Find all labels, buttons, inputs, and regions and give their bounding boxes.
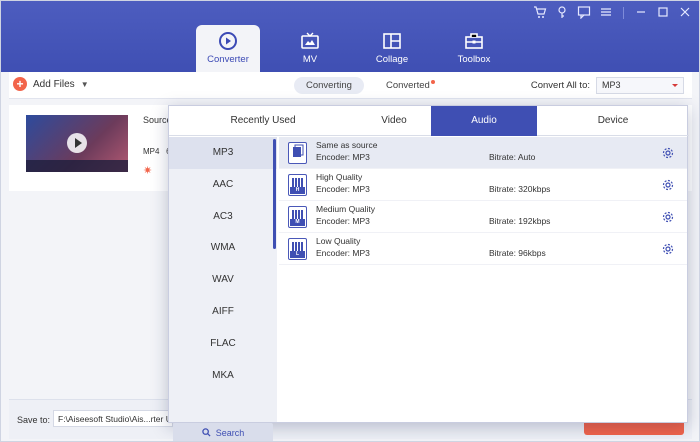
new-badge-dot: [430, 80, 435, 84]
maximize-icon[interactable]: [655, 5, 671, 21]
tab-device[interactable]: Device: [537, 106, 689, 136]
preset-high-quality[interactable]: H High Quality Encoder: MP3 Bitrate: 320…: [279, 169, 687, 201]
tab-recently-used[interactable]: Recently Used: [169, 106, 357, 136]
converter-icon: [218, 31, 238, 51]
chevron-down-icon[interactable]: ▼: [81, 80, 89, 89]
collage-icon: [382, 31, 402, 51]
converted-label: Converted: [385, 80, 430, 91]
tab-converter[interactable]: Converter: [196, 25, 260, 72]
grid-icon: [292, 178, 303, 187]
tv-icon: [300, 31, 320, 51]
format-item-wma[interactable]: WMA: [169, 232, 277, 264]
preset-encoder: Encoder: MP3: [316, 216, 370, 226]
controls-divider: [623, 7, 624, 19]
file-format: MP4 6: [143, 147, 171, 156]
main-nav: Converter MV Collage Toolbox: [196, 25, 524, 72]
search-icon: [201, 428, 214, 438]
tab-audio[interactable]: Audio: [431, 106, 537, 136]
converted-tab[interactable]: Converted: [374, 77, 447, 94]
video-thumbnail[interactable]: [26, 115, 128, 172]
format-popup: Recently Used Video Audio Device MP3 AAC…: [168, 105, 689, 441]
plus-icon: +: [13, 77, 27, 91]
preset-encoder: Encoder: MP3: [316, 152, 370, 162]
format-item-flac[interactable]: FLAC: [169, 328, 277, 360]
toolbox-icon: [464, 31, 484, 51]
preset-quality-icon: L: [288, 238, 307, 260]
preset-name: High Quality: [316, 172, 363, 182]
minimize-icon[interactable]: [633, 5, 649, 21]
header-bar: Converter MV Collage Toolbox: [1, 1, 699, 72]
menu-icon[interactable]: [598, 5, 614, 21]
format-item-aac[interactable]: AAC: [169, 169, 277, 201]
thumbnail-caption: [26, 160, 128, 172]
edit-effects-icon[interactable]: ✷: [143, 164, 152, 177]
format-item-aiff[interactable]: AIFF: [169, 296, 277, 328]
converting-tab[interactable]: Converting: [294, 77, 364, 94]
preset-name: Medium Quality: [316, 204, 376, 214]
format-item-mka[interactable]: MKA: [169, 360, 277, 392]
preset-name: Same as source: [316, 140, 378, 150]
add-files-label: Add Files: [33, 78, 75, 90]
file-format-value: MP4: [143, 147, 160, 156]
preset-encoder: Encoder: MP3: [316, 248, 370, 258]
convert-all-label: Convert All to:: [530, 80, 590, 91]
save-to-label: Save to:: [17, 415, 51, 425]
preset-medium-quality[interactable]: M Medium Quality Encoder: MP3 Bitrate: 1…: [279, 201, 687, 233]
preset-bitrate: Bitrate: Auto: [489, 152, 536, 162]
tab-video[interactable]: Video: [357, 106, 431, 136]
gear-icon[interactable]: [662, 243, 674, 255]
preset-encoder: Encoder: MP3: [316, 184, 370, 194]
converter-toolbar: + Add Files ▼ Converting Converted Conve…: [9, 72, 692, 99]
format-list-scrollbar[interactable]: [273, 139, 276, 249]
format-item-wav[interactable]: WAV: [169, 264, 277, 296]
grid-icon: [292, 210, 303, 219]
tab-toolbox[interactable]: Toolbox: [442, 25, 506, 72]
gear-icon[interactable]: [662, 179, 674, 191]
format-list: MP3 AAC AC3 WMA WAV AIFF FLAC MKA Search: [169, 137, 277, 441]
gear-icon[interactable]: [662, 147, 674, 159]
format-tabs: Recently Used Video Audio Device: [169, 106, 689, 136]
search-button[interactable]: Search: [173, 423, 273, 441]
preset-low-quality[interactable]: L Low Quality Encoder: MP3 Bitrate: 96kb…: [279, 233, 687, 265]
preset-bitrate: Bitrate: 192kbps: [489, 216, 551, 226]
preset-quality-icon: H: [288, 174, 307, 196]
play-icon[interactable]: [67, 133, 87, 153]
tab-collage[interactable]: Collage: [360, 25, 424, 72]
status-segment: Converting Converted: [294, 77, 447, 94]
preset-source-icon: [288, 142, 307, 164]
tab-label: Converter: [207, 54, 249, 65]
quality-tag: L: [290, 251, 305, 258]
feedback-icon[interactable]: [576, 5, 592, 21]
quality-tag: H: [290, 187, 305, 194]
add-files-button[interactable]: + Add Files ▼: [13, 77, 89, 91]
tab-label: MV: [302, 54, 318, 65]
preset-name: Low Quality: [316, 236, 361, 246]
convert-all-group: Convert All to: MP3: [531, 77, 684, 94]
window-controls: [532, 5, 693, 21]
format-item-ac3[interactable]: AC3: [169, 201, 277, 233]
quality-tag: M: [290, 219, 305, 226]
save-path-field[interactable]: F:\Aiseesoft Studio\Ais...rter U: [53, 410, 173, 427]
format-item-mp3[interactable]: MP3: [169, 137, 277, 169]
tab-label: Toolbox: [457, 54, 491, 65]
key-icon[interactable]: [554, 5, 570, 21]
convert-all-select[interactable]: MP3: [596, 77, 684, 94]
grid-icon: [292, 242, 303, 251]
gear-icon[interactable]: [662, 211, 674, 223]
app-window: Converter MV Collage Toolbox + Add Files…: [0, 0, 700, 442]
search-label: Search: [215, 428, 245, 438]
preset-bitrate: Bitrate: 96kbps: [489, 248, 546, 258]
preset-same-as-source[interactable]: Same as source Encoder: MP3 Bitrate: Aut…: [279, 137, 687, 169]
tab-mv[interactable]: MV: [278, 25, 342, 72]
close-icon[interactable]: [677, 5, 693, 21]
tab-label: Collage: [375, 54, 409, 65]
preset-bitrate: Bitrate: 320kbps: [489, 184, 551, 194]
preset-quality-icon: M: [288, 206, 307, 228]
preset-list: Same as source Encoder: MP3 Bitrate: Aut…: [279, 137, 687, 422]
cart-icon[interactable]: [532, 5, 548, 21]
